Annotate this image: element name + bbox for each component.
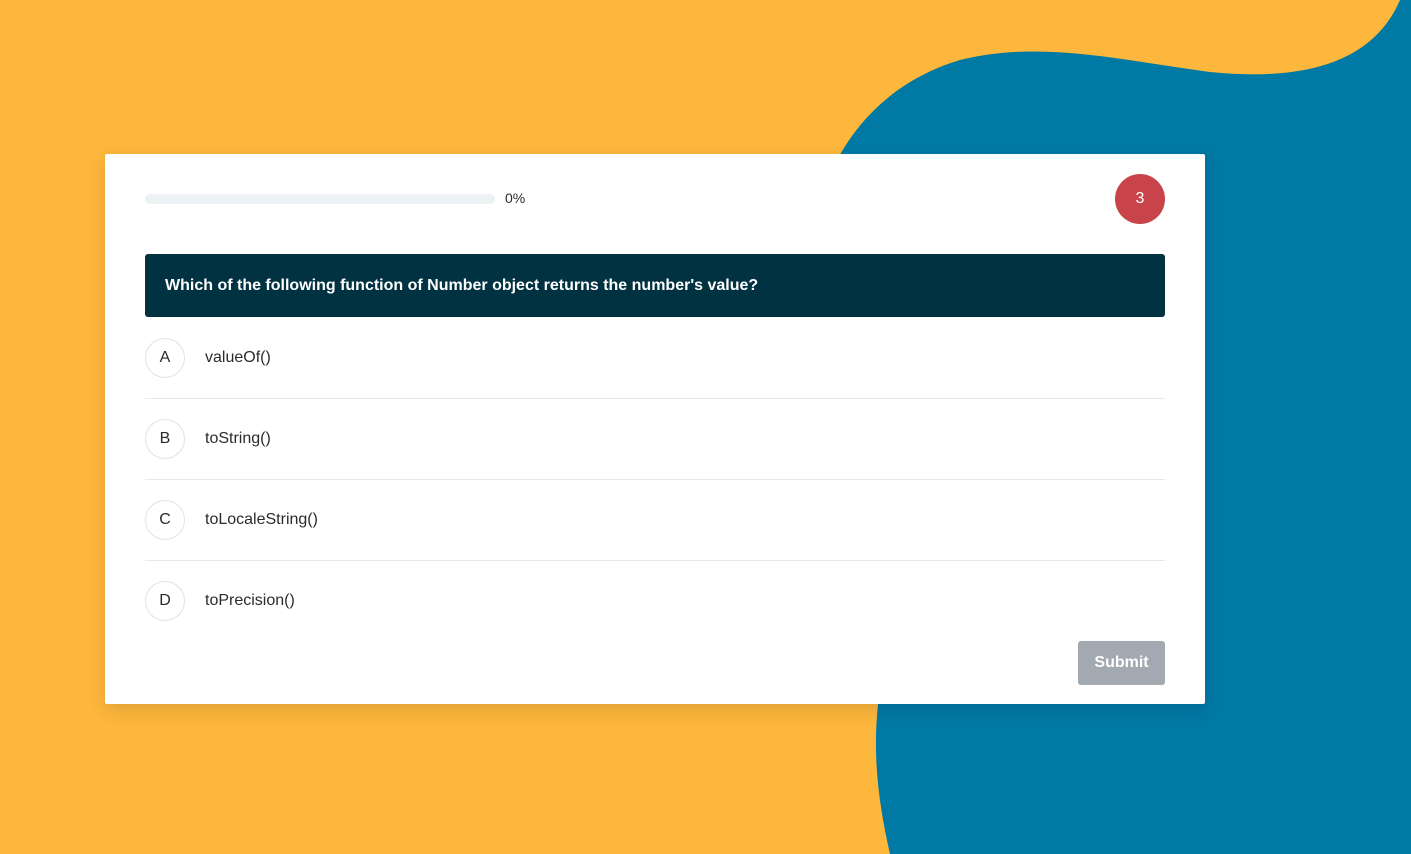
answer-option-c[interactable]: C toLocaleString() (145, 480, 1165, 561)
question-text: Which of the following function of Numbe… (165, 276, 759, 294)
answer-option-a[interactable]: A valueOf() (145, 318, 1165, 399)
option-label: toString() (205, 430, 271, 447)
option-label: valueOf() (205, 349, 271, 366)
countdown-timer-badge: 3 (1115, 174, 1165, 224)
submit-button[interactable]: Submit (1078, 641, 1165, 685)
option-label: toLocaleString() (205, 511, 318, 528)
progress-bar (145, 193, 495, 204)
option-letter-badge: D (145, 581, 185, 621)
option-letter-badge: B (145, 419, 185, 459)
quiz-card: 0% 3 Which of the following function of … (105, 154, 1205, 704)
option-letter-badge: A (145, 338, 185, 378)
progress-row: 0% (145, 190, 526, 206)
option-letter-badge: C (145, 500, 185, 540)
progress-percent-label: 0% (505, 190, 526, 206)
question-header: Which of the following function of Numbe… (145, 254, 1165, 317)
answer-options-list: A valueOf() B toString() C toLocaleStrin… (145, 318, 1165, 641)
option-label: toPrecision() (205, 592, 295, 609)
answer-option-d[interactable]: D toPrecision() (145, 561, 1165, 641)
answer-option-b[interactable]: B toString() (145, 399, 1165, 480)
